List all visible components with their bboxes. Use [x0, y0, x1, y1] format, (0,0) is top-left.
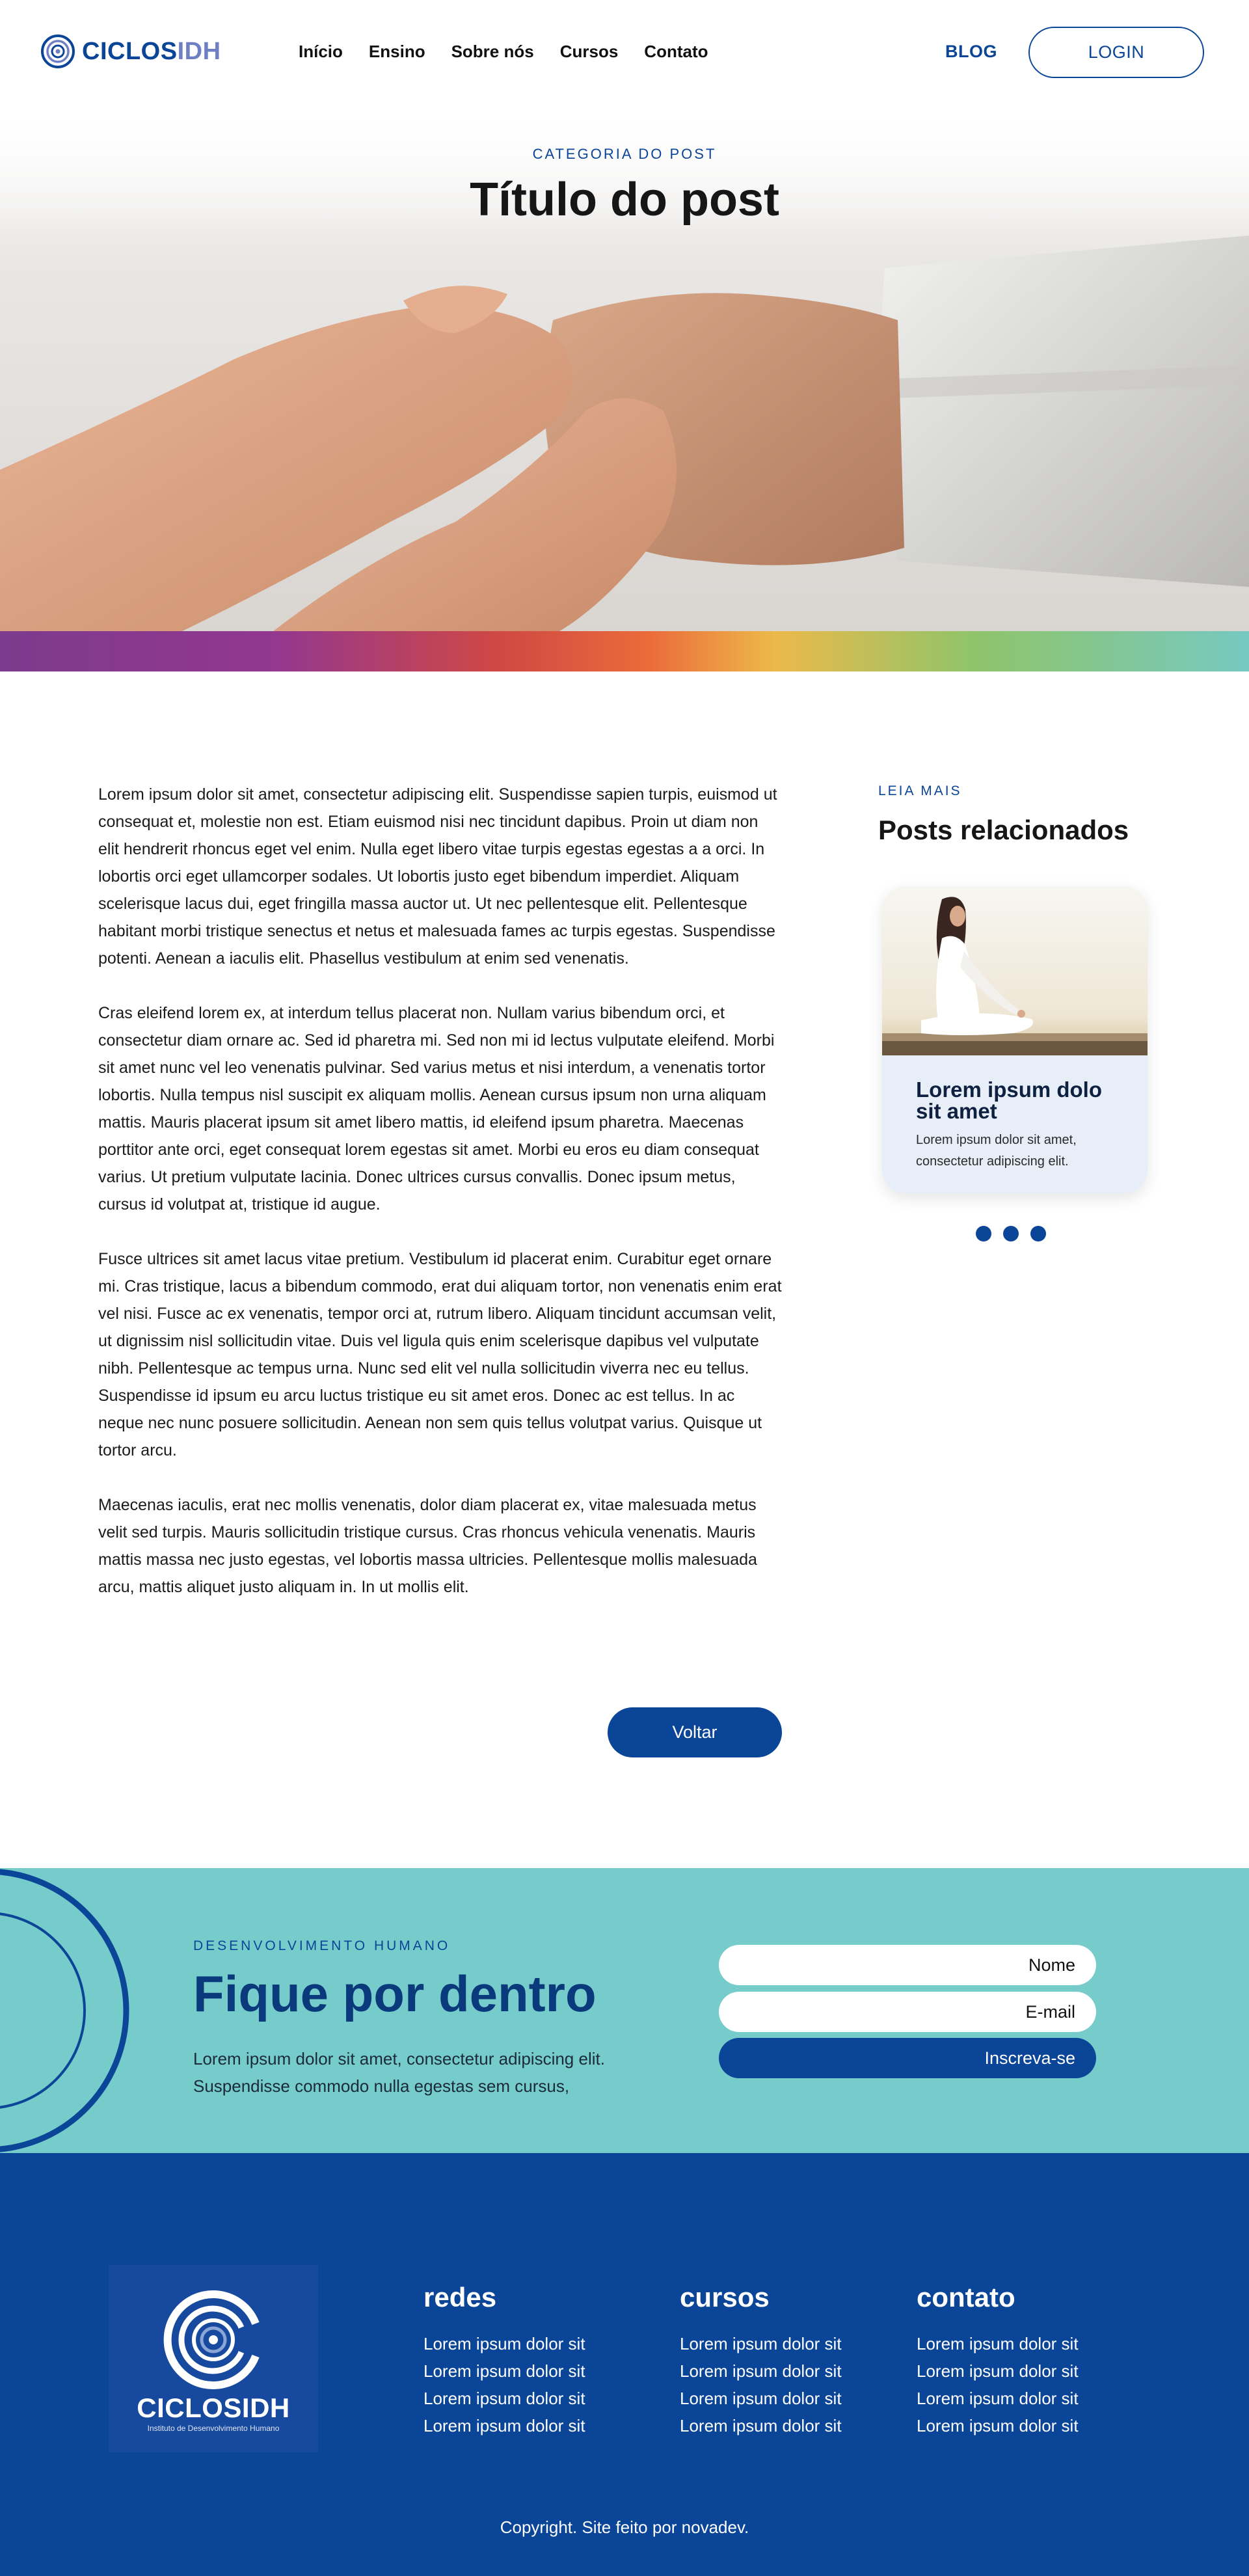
- copyright-text: Copyright. Site feito por novadev.: [500, 2517, 749, 2537]
- footer-column-title: redes: [423, 2282, 497, 2312]
- carousel-dots: [976, 1226, 1046, 1241]
- footer-link[interactable]: Lorem ipsum dolor sit: [423, 2357, 585, 2385]
- related-title: Posts relacionados: [878, 815, 1129, 845]
- name-field[interactable]: [719, 1945, 1096, 1985]
- footer-link[interactable]: Lorem ipsum dolor sit: [917, 2385, 1079, 2412]
- carousel-dot[interactable]: [1030, 1226, 1046, 1241]
- footer-link[interactable]: Lorem ipsum dolor sit: [423, 2330, 585, 2357]
- carousel-dot[interactable]: [976, 1226, 991, 1241]
- footer-column-cursos: cursos Lorem ipsum dolor sit Lorem ipsum…: [680, 2282, 842, 2439]
- newsletter-text: Lorem ipsum dolor sit amet, consectetur …: [193, 2049, 605, 2096]
- logo-text: CICLOSIDH: [82, 37, 221, 65]
- nav-item-cursos[interactable]: Cursos: [560, 42, 619, 62]
- post-title: Título do post: [470, 174, 779, 226]
- site-header: CICLOSIDH Início Ensino Sobre nós Cursos…: [0, 0, 1249, 105]
- meditation-image: [882, 886, 1148, 1055]
- footer-column-title: contato: [917, 2282, 1015, 2312]
- post-paragraph: Cras eleifend lorem ex, at interdum tell…: [98, 1004, 775, 1213]
- footer-column-title: cursos: [680, 2282, 770, 2312]
- footer-link[interactable]: Lorem ipsum dolor sit: [680, 2385, 842, 2412]
- newsletter-title: Fique por dentro: [193, 1965, 597, 2022]
- footer-link[interactable]: Lorem ipsum dolor sit: [680, 2330, 842, 2357]
- footer-logo[interactable]: CICLOSIDH Instituto de Desenvolvimento H…: [109, 2265, 318, 2452]
- footer-link[interactable]: Lorem ipsum dolor sit: [680, 2357, 842, 2385]
- blog-link[interactable]: BLOG: [945, 42, 997, 62]
- nav-item-contato[interactable]: Contato: [644, 42, 708, 62]
- footer-column-redes: redes Lorem ipsum dolor sit Lorem ipsum …: [423, 2282, 585, 2439]
- back-button[interactable]: Voltar: [608, 1707, 782, 1757]
- newsletter-kicker: DESENVOLVIMENTO HUMANO: [193, 1938, 451, 1953]
- post-paragraph: Lorem ipsum dolor sit amet, consectetur …: [98, 785, 777, 968]
- related-post-title: Lorem ipsum dolo sit amet: [916, 1078, 1103, 1123]
- site-footer: CICLOSIDH Instituto de Desenvolvimento H…: [0, 2153, 1249, 2576]
- post-body: Lorem ipsum dolor sit amet, consectetur …: [98, 781, 783, 1628]
- footer-logo-name: CICLOSIDH: [137, 2393, 290, 2423]
- site-logo[interactable]: CICLOSIDH: [40, 34, 221, 69]
- footer-link[interactable]: Lorem ipsum dolor sit: [423, 2385, 585, 2412]
- footer-link[interactable]: Lorem ipsum dolor sit: [680, 2412, 842, 2439]
- logo-spiral-icon: [41, 34, 75, 68]
- decorative-arcs-icon: [0, 1869, 129, 2152]
- nav-item-ensino[interactable]: Ensino: [369, 42, 425, 62]
- related-post-card[interactable]: Lorem ipsum dolo sit amet Lorem ipsum do…: [882, 886, 1148, 1193]
- post-paragraph: Maecenas iaculis, erat nec mollis venena…: [98, 1496, 757, 1596]
- rainbow-divider: [0, 631, 1249, 671]
- footer-link[interactable]: Lorem ipsum dolor sit: [917, 2357, 1079, 2385]
- email-field[interactable]: [719, 1992, 1096, 2032]
- footer-link[interactable]: Lorem ipsum dolor sit: [917, 2330, 1079, 2357]
- footer-link[interactable]: Lorem ipsum dolor sit: [423, 2412, 585, 2439]
- footer-column-contato: contato Lorem ipsum dolor sit Lorem ipsu…: [917, 2282, 1079, 2439]
- related-post-excerpt: Lorem ipsum dolor sit amet, consectetur …: [916, 1133, 1077, 1169]
- footer-logo-subtitle: Instituto de Desenvolvimento Humano: [147, 2424, 280, 2433]
- login-button[interactable]: LOGIN: [1028, 27, 1204, 78]
- main-nav: Início Ensino Sobre nós Cursos Contato: [299, 42, 734, 62]
- post-category: CATEGORIA DO POST: [532, 146, 717, 162]
- nav-item-sobre-nos[interactable]: Sobre nós: [451, 42, 534, 62]
- post-paragraph: Fusce ultrices sit amet lacus vitae pret…: [98, 1250, 782, 1459]
- footer-link[interactable]: Lorem ipsum dolor sit: [917, 2412, 1079, 2439]
- related-kicker: LEIA MAIS: [878, 783, 962, 798]
- footer-logo-spiral-icon: [163, 2290, 260, 2389]
- subscribe-button[interactable]: Inscreva-se: [719, 2038, 1096, 2078]
- hero-banner: CATEGORIA DO POST Título do post: [0, 105, 1249, 631]
- nav-item-inicio[interactable]: Início: [299, 42, 343, 62]
- carousel-dot[interactable]: [1003, 1226, 1019, 1241]
- newsletter-section: DESENVOLVIMENTO HUMANO Fique por dentro …: [0, 1868, 1249, 2153]
